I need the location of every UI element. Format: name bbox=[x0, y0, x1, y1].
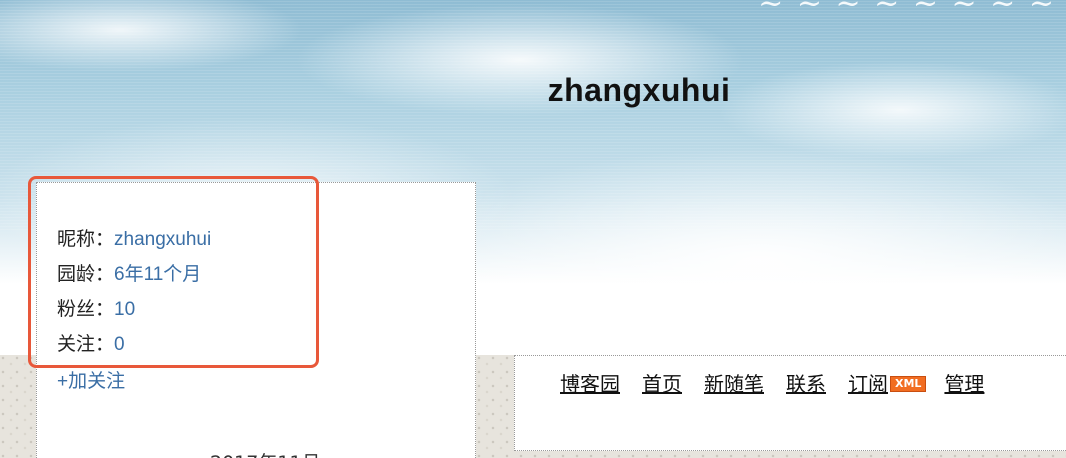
nav-home[interactable]: 首页 bbox=[642, 374, 682, 396]
nav-contact[interactable]: 联系 bbox=[786, 374, 826, 396]
nav-bar: 博客园 首页 新随笔 联系 订阅 XML 管理 bbox=[560, 368, 1006, 397]
nav-subscribe[interactable]: 订阅 bbox=[848, 374, 888, 396]
blog-title-link[interactable]: zhangxuhui bbox=[548, 72, 731, 108]
header-decoration: ~ ~ ~ ~ ~ ~ ~ ~ bbox=[758, 0, 1056, 21]
highlight-box bbox=[28, 176, 319, 368]
xml-feed-icon[interactable]: XML bbox=[890, 376, 927, 392]
nav-cnblogs[interactable]: 博客园 bbox=[560, 374, 620, 396]
page: ~ ~ ~ ~ ~ ~ ~ ~ zhangxuhui 昵称：zhangxuhui… bbox=[0, 0, 1066, 458]
add-follow-button[interactable]: +加关注 bbox=[57, 366, 125, 393]
nav-admin[interactable]: 管理 bbox=[944, 374, 984, 396]
blog-title: zhangxuhui bbox=[0, 72, 1066, 109]
calendar-caption: 2017年11月 bbox=[210, 448, 321, 458]
nav-new-post[interactable]: 新随笔 bbox=[704, 374, 764, 396]
